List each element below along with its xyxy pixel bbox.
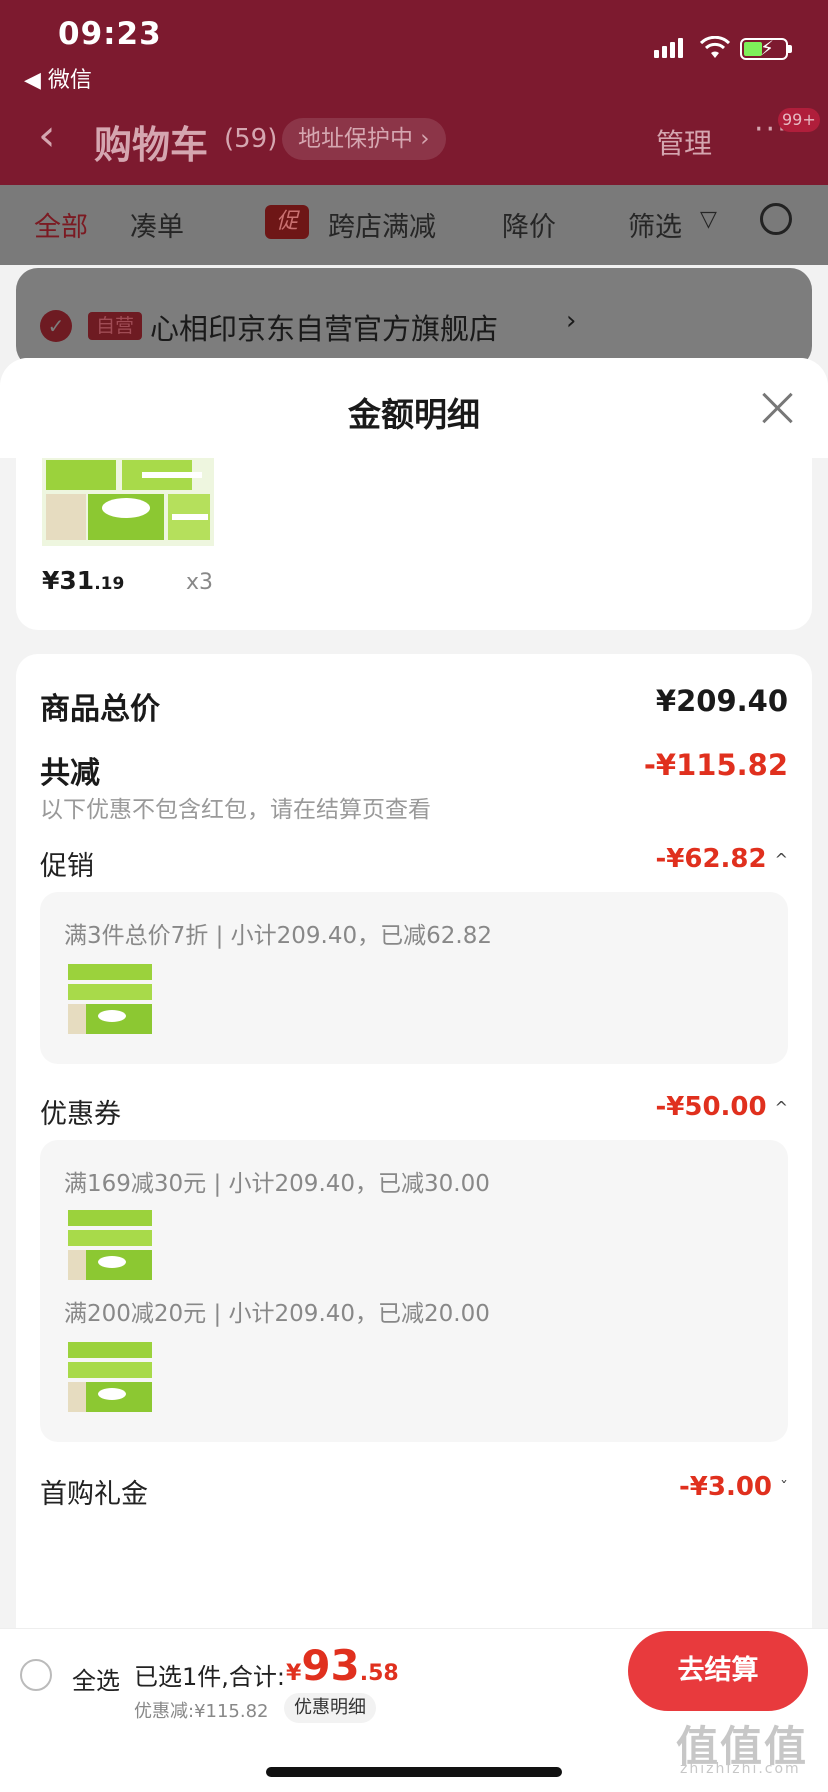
total-reduce-value: -¥115.82 xyxy=(643,748,788,782)
total-price-value: ¥209.40 xyxy=(655,684,788,718)
gift-amount: -¥3.00 xyxy=(678,1472,772,1502)
item-price-dec: .19 xyxy=(94,574,125,594)
coupon-value[interactable]: -¥50.00 ^ xyxy=(655,1092,788,1122)
tissue-thumbnail xyxy=(64,1202,156,1288)
home-indicator[interactable] xyxy=(266,1767,562,1777)
total-currency: ¥ xyxy=(286,1661,302,1686)
page-title: 购物车 xyxy=(94,123,209,167)
status-time: 09:23 xyxy=(58,16,162,52)
site-watermark-url: zhizhizhi.com xyxy=(680,1761,801,1777)
select-all-radio[interactable] xyxy=(20,1659,52,1691)
tissue-thumbnail xyxy=(64,956,156,1042)
manage-button[interactable]: 管理 xyxy=(656,122,712,162)
saving-amount: 优惠减:¥115.82 xyxy=(134,1701,269,1722)
store-check-icon[interactable]: ✓ xyxy=(40,310,72,342)
cart-count: (59) xyxy=(224,124,278,154)
store-card: ✓ 自营 心相印京东自营官方旗舰店 › xyxy=(16,268,812,368)
promotion-detail-box: 满3件总价7折 | 小计209.40，已减62.82 xyxy=(40,892,788,1064)
item-price-int: ¥31 xyxy=(42,566,95,595)
chevron-up-icon[interactable]: ^ xyxy=(775,1098,788,1117)
first-purchase-gift-label[interactable]: 首购礼金 xyxy=(40,1472,148,1511)
promotion-label[interactable]: 促销 xyxy=(40,844,94,883)
selected-summary: 已选1件,合计: xyxy=(134,1663,285,1691)
store-arrow-icon[interactable]: › xyxy=(566,306,576,336)
item-price: ¥31.19 xyxy=(42,566,124,595)
message-badge: 99+ xyxy=(778,108,820,132)
tab-combine[interactable]: 凑单 xyxy=(130,205,184,244)
settle-bar: 全选 已选1件,合计: ¥93.58 优惠减:¥115.82 优惠明细 去结算 … xyxy=(0,1628,828,1792)
tissue-thumbnail xyxy=(64,1334,156,1420)
coupon-detail-box: 满169减30元 | 小计209.40，已减30.00 满200减20元 | 小… xyxy=(40,1140,788,1442)
promotion-amount: -¥62.82 xyxy=(655,844,767,874)
total-int: 93 xyxy=(301,1641,360,1690)
address-protect-button[interactable]: 地址保护中 › xyxy=(282,118,446,160)
select-all-label[interactable]: 全选 xyxy=(72,1661,120,1696)
chevron-down-icon[interactable]: ˇ xyxy=(780,1478,788,1497)
status-bar: 09:23 ◀ 微信 ⚡ xyxy=(0,0,828,95)
coupon-line-2: 满200减20元 | 小计209.40，已减20.00 xyxy=(64,1301,490,1327)
coupon-amount: -¥50.00 xyxy=(655,1092,767,1122)
back-to-wechat[interactable]: ◀ 微信 xyxy=(24,62,92,94)
promo-tag-icon: 促 xyxy=(265,205,309,239)
tab-cross-store[interactable]: 跨店满减 xyxy=(328,205,436,244)
total-dec: .58 xyxy=(359,1661,399,1686)
search-icon[interactable] xyxy=(760,203,792,235)
promotion-line: 满3件总价7折 | 小计209.40，已减62.82 xyxy=(64,923,492,949)
total-reduce-label: 共减 xyxy=(40,756,100,791)
sheet-header: 金额明细 xyxy=(0,358,828,458)
tab-filter[interactable]: 筛选 xyxy=(628,205,682,244)
signal-icon xyxy=(654,38,683,58)
amount-detail-sheet: 金额明细 ¥31.19 x3 商品总价 ¥209.40 共减 -¥115.82 xyxy=(0,358,828,1628)
funnel-icon[interactable]: ▽ xyxy=(700,207,717,232)
total-price-label: 商品总价 xyxy=(40,692,160,727)
wifi-icon xyxy=(700,36,730,58)
total-amount: ¥93.58 xyxy=(286,1641,399,1690)
amount-detail-card: 商品总价 ¥209.40 共减 -¥115.82 以下优惠不包含红包，请在结算页… xyxy=(16,654,812,1628)
battery-icon: ⚡ xyxy=(740,36,792,60)
checkout-button[interactable]: 去结算 xyxy=(628,1631,808,1711)
promotion-value[interactable]: -¥62.82 ^ xyxy=(655,844,788,874)
item-qty: x3 xyxy=(186,570,214,595)
cart-nav-bar: ‹ 购物车 (59) 地址保护中 › 管理 ··· 99+ xyxy=(0,100,828,180)
tissue-product-image xyxy=(42,458,214,546)
first-purchase-gift-value[interactable]: -¥3.00 ˇ xyxy=(679,1472,788,1502)
discount-detail-button[interactable]: 优惠明细 xyxy=(284,1693,376,1723)
chevron-up-icon[interactable]: ^ xyxy=(775,850,788,869)
self-run-tag: 自营 xyxy=(88,312,143,340)
store-name[interactable]: 心相印京东自营官方旗舰店 xyxy=(150,306,498,348)
filter-tabs: 全部 凑单 促 跨店满减 降价 筛选 ▽ xyxy=(0,185,828,265)
tab-all[interactable]: 全部 xyxy=(34,205,88,244)
sheet-title: 金额明细 xyxy=(348,395,480,434)
coupon-line-1: 满169减30元 | 小计209.40，已减30.00 xyxy=(64,1171,490,1197)
discount-note: 以下优惠不包含红包，请在结算页查看 xyxy=(40,797,431,823)
item-card: ¥31.19 x3 xyxy=(16,458,812,630)
coupon-label[interactable]: 优惠券 xyxy=(40,1092,121,1131)
back-icon[interactable]: ‹ xyxy=(38,110,56,161)
tab-price-drop[interactable]: 降价 xyxy=(502,205,556,244)
close-icon[interactable] xyxy=(762,392,794,424)
